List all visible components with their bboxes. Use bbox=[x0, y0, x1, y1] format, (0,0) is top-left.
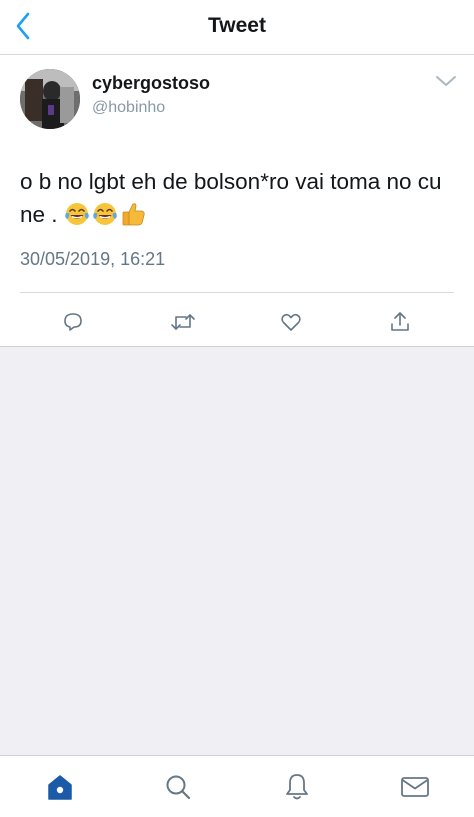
share-button[interactable] bbox=[386, 308, 414, 336]
search-icon bbox=[166, 775, 191, 800]
like-button[interactable] bbox=[277, 308, 305, 336]
tweet-options-button[interactable] bbox=[434, 72, 458, 90]
tab-home[interactable] bbox=[45, 772, 75, 802]
chevron-down-icon bbox=[436, 76, 456, 86]
mail-icon bbox=[401, 777, 429, 797]
username[interactable]: @hobinho bbox=[92, 99, 165, 117]
tweet-text: o b no lgbt eh de bolson*ro vai toma no … bbox=[20, 165, 460, 231]
tweet-timestamp: 30/05/2019, 16:21 bbox=[20, 249, 166, 269]
face-with-tears-of-joy-icon bbox=[92, 203, 117, 225]
display-name[interactable]: cybergostoso bbox=[92, 73, 210, 94]
retweet-button[interactable] bbox=[169, 308, 197, 336]
bell-icon bbox=[286, 774, 308, 800]
nav-header: Tweet bbox=[0, 0, 474, 55]
face-with-tears-of-joy-icon bbox=[64, 203, 89, 225]
bottom-tab-bar bbox=[0, 755, 474, 817]
reply-icon bbox=[64, 313, 82, 331]
tab-search[interactable] bbox=[163, 772, 193, 802]
avatar[interactable] bbox=[20, 69, 80, 129]
home-icon bbox=[48, 775, 72, 800]
heart-icon bbox=[281, 313, 301, 331]
tweet-actions-bar bbox=[0, 300, 474, 346]
page-title: Tweet bbox=[208, 14, 266, 37]
reply-button[interactable] bbox=[59, 308, 87, 336]
divider bbox=[20, 292, 454, 293]
tweet-detail-screen: Tweet cybergostoso @hobinho o b no lgbt … bbox=[0, 0, 474, 817]
tab-messages[interactable] bbox=[400, 772, 430, 802]
empty-replies-area bbox=[0, 347, 474, 755]
retweet-icon bbox=[171, 314, 195, 330]
share-icon bbox=[391, 312, 409, 331]
avatar-photo bbox=[20, 69, 80, 129]
tab-notifications[interactable] bbox=[282, 772, 312, 802]
thumbs-up-icon bbox=[122, 203, 145, 226]
